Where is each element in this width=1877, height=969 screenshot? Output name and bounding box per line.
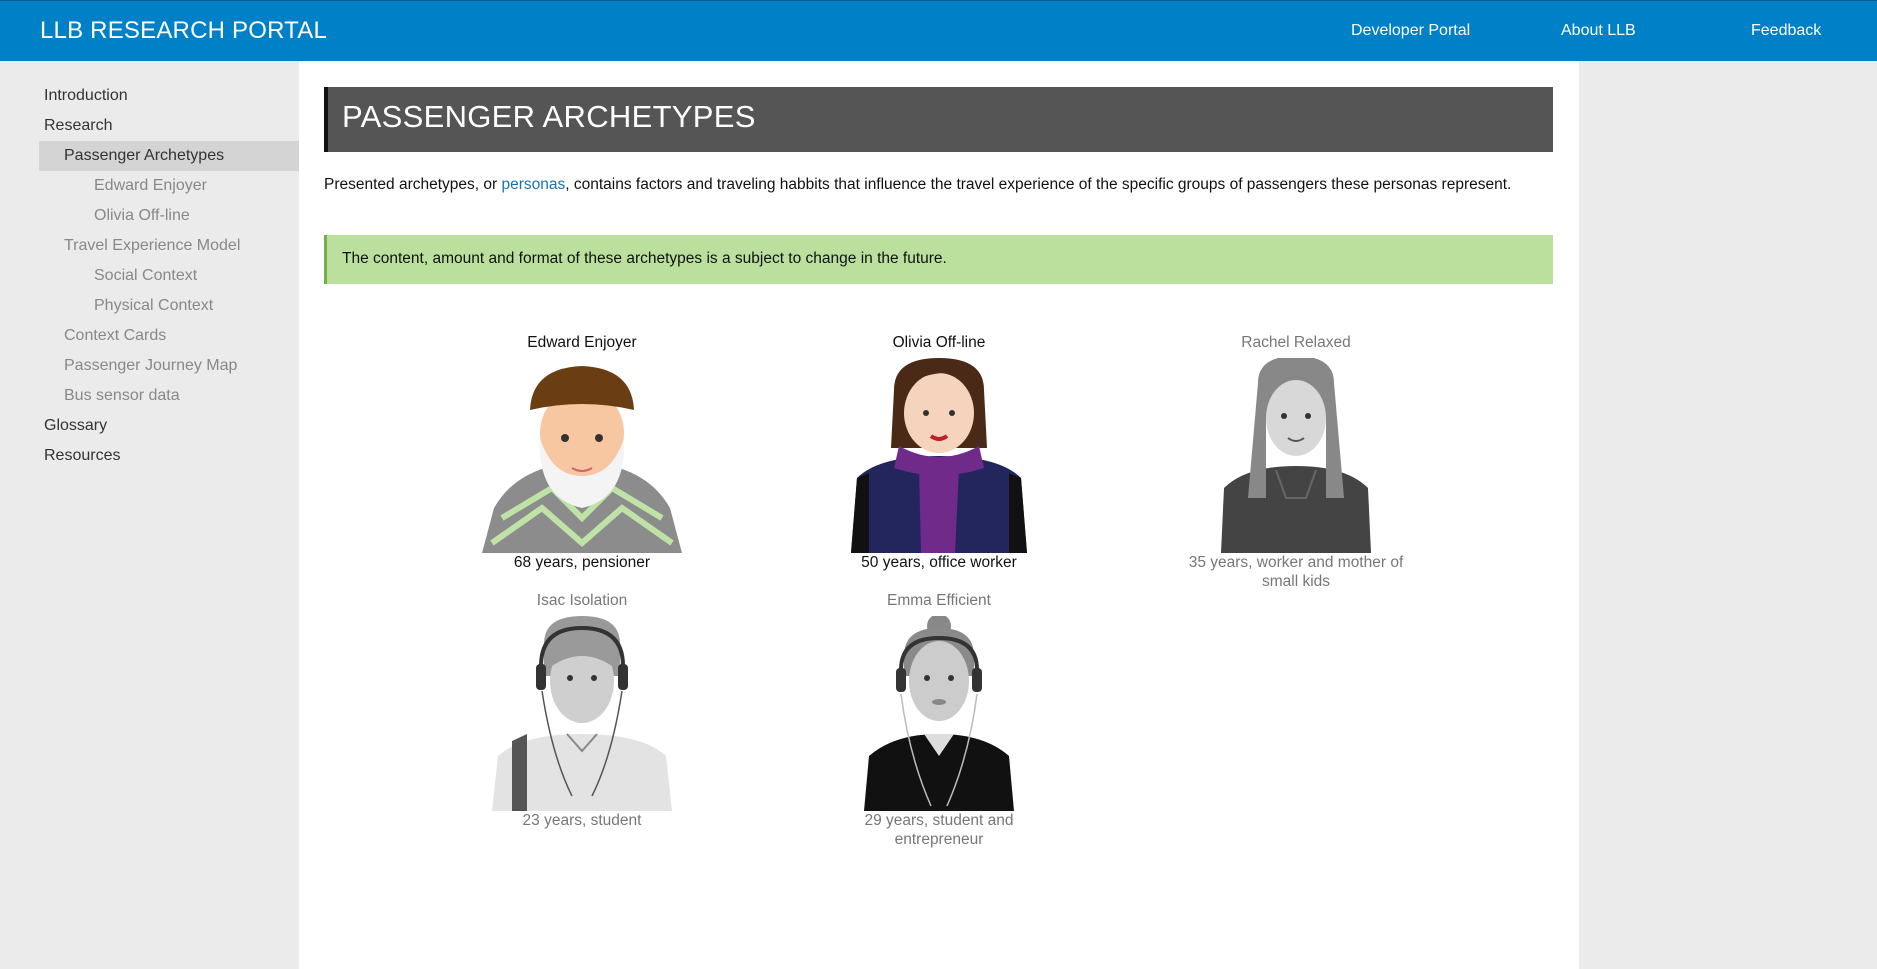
nav-link-feedback[interactable]: Feedback (1751, 22, 1821, 40)
sidebar-item-research[interactable]: Research (39, 111, 299, 141)
sidebar-item-bus-sensor-data[interactable]: Bus sensor data (39, 381, 299, 411)
persona-description: 68 years, pensioner (513, 554, 651, 571)
persona-card-isac[interactable]: Isac Isolation 23 years, student (462, 592, 702, 830)
persona-description: 50 years, office worker (861, 554, 1017, 571)
sidebar-item-edward-enjoyer[interactable]: Edward Enjoyer (39, 171, 299, 201)
page-title: PASSENGER ARCHETYPES (342, 99, 756, 134)
edward-avatar-image[interactable] (482, 358, 682, 553)
persona-card-rachel[interactable]: Rachel Relaxed 35 years, worker and moth… (1176, 334, 1416, 591)
emma-avatar-image[interactable] (839, 616, 1039, 811)
sidebar-item-olivia-offline[interactable]: Olivia Off-line (39, 201, 299, 231)
sidebar: Introduction Research Passenger Archetyp… (0, 61, 299, 969)
persona-card-emma[interactable]: Emma Efficient 29 years, student and ent… (819, 592, 1059, 849)
isac-avatar-image[interactable] (482, 616, 682, 811)
sidebar-item-context-cards[interactable]: Context Cards (39, 321, 299, 351)
intro-paragraph: Presented archetypes, or personas, conta… (324, 176, 1564, 194)
persona-card-olivia[interactable]: Olivia Off-line 50 years, office worker (819, 334, 1059, 572)
nav-link-about-llb[interactable]: About LLB (1561, 22, 1636, 40)
persona-name[interactable]: Rachel Relaxed (1176, 334, 1416, 352)
sidebar-item-resources[interactable]: Resources (39, 441, 299, 471)
info-notice: The content, amount and format of these … (324, 235, 1553, 284)
notice-text: The content, amount and format of these … (342, 250, 947, 267)
persona-name[interactable]: Isac Isolation (462, 592, 702, 610)
persona-description: 35 years, worker and mother of small kid… (1188, 554, 1404, 590)
sidebar-item-glossary[interactable]: Glossary (39, 411, 299, 441)
persona-name[interactable]: Edward Enjoyer (462, 334, 702, 352)
sidebar-item-introduction[interactable]: Introduction (39, 81, 299, 111)
page-title-banner: PASSENGER ARCHETYPES (324, 87, 1553, 152)
sidebar-item-passenger-archetypes[interactable]: Passenger Archetypes (39, 141, 299, 171)
rachel-avatar-image[interactable] (1196, 358, 1396, 553)
sidebar-item-travel-experience-model[interactable]: Travel Experience Model (39, 231, 299, 261)
persona-name[interactable]: Emma Efficient (819, 592, 1059, 610)
olivia-avatar-image[interactable] (839, 358, 1039, 553)
persona-card-edward[interactable]: Edward Enjoyer 68 years, pensioner (462, 334, 702, 572)
main-content: PASSENGER ARCHETYPES Presented archetype… (299, 61, 1579, 969)
intro-text-after: , contains factors and traveling habbits… (565, 176, 1512, 193)
site-logo-text[interactable]: LLB RESEARCH PORTAL (40, 17, 327, 45)
intro-text-before: Presented archetypes, or (324, 176, 502, 193)
sidebar-item-physical-context[interactable]: Physical Context (39, 291, 299, 321)
sidebar-item-passenger-journey-map[interactable]: Passenger Journey Map (39, 351, 299, 381)
persona-name[interactable]: Olivia Off-line (819, 334, 1059, 352)
sidebar-item-social-context[interactable]: Social Context (39, 261, 299, 291)
persona-description: 29 years, student and entrepreneur (864, 812, 1014, 848)
nav-link-developer-portal[interactable]: Developer Portal (1351, 22, 1470, 40)
personas-link[interactable]: personas (502, 176, 566, 193)
top-navigation-bar: LLB RESEARCH PORTAL Developer Portal Abo… (0, 0, 1877, 61)
persona-description: 23 years, student (522, 812, 642, 829)
